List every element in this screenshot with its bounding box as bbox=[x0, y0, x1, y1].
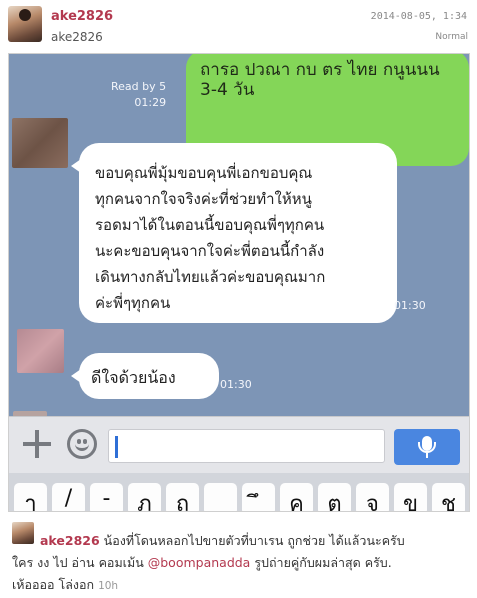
key[interactable]: ึ bbox=[242, 483, 275, 511]
caption-text-1: น้องที่โดนหลอกไปขายตัวที่บาเรน ถูกช่วย ไ… bbox=[103, 533, 405, 548]
key[interactable]: - bbox=[90, 483, 123, 511]
message-input-bar bbox=[9, 416, 469, 473]
plus-icon[interactable] bbox=[23, 430, 51, 458]
message-line: เดินทางกลับไทยแล้วค่ะขอบคุณมาก bbox=[95, 268, 326, 286]
post-caption: ake2826 น้องที่โดนหลอกไปขายตัวที่บาเรน ถ… bbox=[0, 514, 477, 598]
caption-text-2b: รูปถ่ายคู่กับผมล่าสุด ครับ. bbox=[254, 555, 392, 570]
key[interactable]: ภ bbox=[128, 483, 161, 511]
caption-avatar[interactable] bbox=[12, 522, 34, 544]
post-header: ake2826 ake2826 2014-08-05, 1:34 Normal bbox=[0, 0, 477, 52]
message-line: นะคะขอบคุนจากใจค่ะพี่ตอนนี้กำลัง bbox=[95, 242, 325, 260]
outgoing-line-2: 3-4 วัน bbox=[200, 80, 255, 100]
emoji-mouth bbox=[75, 442, 89, 451]
read-status: Read by 5 bbox=[111, 80, 167, 93]
key[interactable]: จ bbox=[356, 483, 389, 511]
message-line: ค่ะพี่ๆทุกคน bbox=[95, 294, 171, 312]
text-caret bbox=[115, 436, 118, 458]
incoming-bubble-2: ดีใจด้วยน้อง bbox=[71, 353, 219, 399]
chat-screenshot: ถารอ ปวณา กบ ตร ไทย กนูนนน 3-4 วัน Read … bbox=[8, 53, 470, 512]
message-time: 01:30 bbox=[394, 299, 426, 312]
blurred-avatar bbox=[17, 329, 64, 373]
read-time: 01:29 bbox=[134, 96, 167, 109]
caption-text-2a: ใคร งง ไป อ่าน คอมเม้น bbox=[12, 555, 144, 570]
message-line: ขอบคุณพี่มุ้มขอบคุนพี่เอกขอบคุณ bbox=[95, 164, 313, 182]
caption-text-3: เห้ออออ โล่งอก bbox=[12, 577, 95, 592]
caption-username[interactable]: ake2826 bbox=[40, 533, 100, 548]
key[interactable]: / bbox=[52, 483, 85, 511]
key[interactable]: ๅ bbox=[14, 483, 47, 511]
caption-line-2: ใคร งง ไป อ่าน คอมเม้น @boompanadda รูปถ… bbox=[12, 552, 392, 574]
microphone-icon-stem bbox=[426, 453, 428, 458]
chat-area: ถารอ ปวณา กบ ตร ไทย กนูนนน 3-4 วัน Read … bbox=[9, 54, 469, 417]
key[interactable]: ข bbox=[394, 483, 427, 511]
read-receipt: Read by 5 01:29 bbox=[111, 79, 166, 111]
caption-line-1: ake2826 น้องที่โดนหลอกไปขายตัวที่บาเรน ถ… bbox=[40, 530, 405, 552]
microphone-icon-arc bbox=[418, 442, 436, 453]
username-link[interactable]: ake2826 bbox=[51, 9, 113, 24]
microphone-button[interactable] bbox=[394, 429, 460, 465]
message-text: ดีใจด้วยน้อง bbox=[91, 368, 176, 387]
post-status: Normal bbox=[435, 32, 468, 42]
mention-link[interactable]: @boompanadda bbox=[148, 555, 251, 570]
key[interactable]: ุ bbox=[204, 483, 237, 511]
message-line: รอดมาได้ในตอนนี้ขอบคุณพี่ๆทุกคน bbox=[95, 216, 325, 234]
message-input[interactable] bbox=[108, 429, 385, 463]
caption-time: 10h bbox=[98, 580, 119, 592]
user-subtitle: ake2826 bbox=[51, 30, 103, 44]
key[interactable]: ต bbox=[318, 483, 351, 511]
avatar[interactable] bbox=[8, 6, 42, 42]
blurred-avatar bbox=[12, 118, 68, 168]
key[interactable]: ค bbox=[280, 483, 313, 511]
incoming-bubble-1: ขอบคุณพี่มุ้มขอบคุนพี่เอกขอบคุณ ทุกคนจาก… bbox=[71, 143, 397, 323]
message-time: 01:30 bbox=[220, 378, 252, 391]
caption-line-3: เห้ออออ โล่งอก 10h bbox=[12, 574, 118, 597]
keyboard: ๅ / - ภ ถ ุ ึ ค ต จ ข ช bbox=[9, 473, 469, 511]
message-line: ทุกคนจากใจจริงค่ะที่ช่วยทำให้หนู bbox=[95, 190, 312, 208]
key[interactable]: ช bbox=[432, 483, 465, 511]
post-date: 2014-08-05, 1:34 bbox=[370, 11, 467, 22]
key[interactable]: ถ bbox=[166, 483, 199, 511]
emoji-icon[interactable] bbox=[67, 429, 97, 459]
